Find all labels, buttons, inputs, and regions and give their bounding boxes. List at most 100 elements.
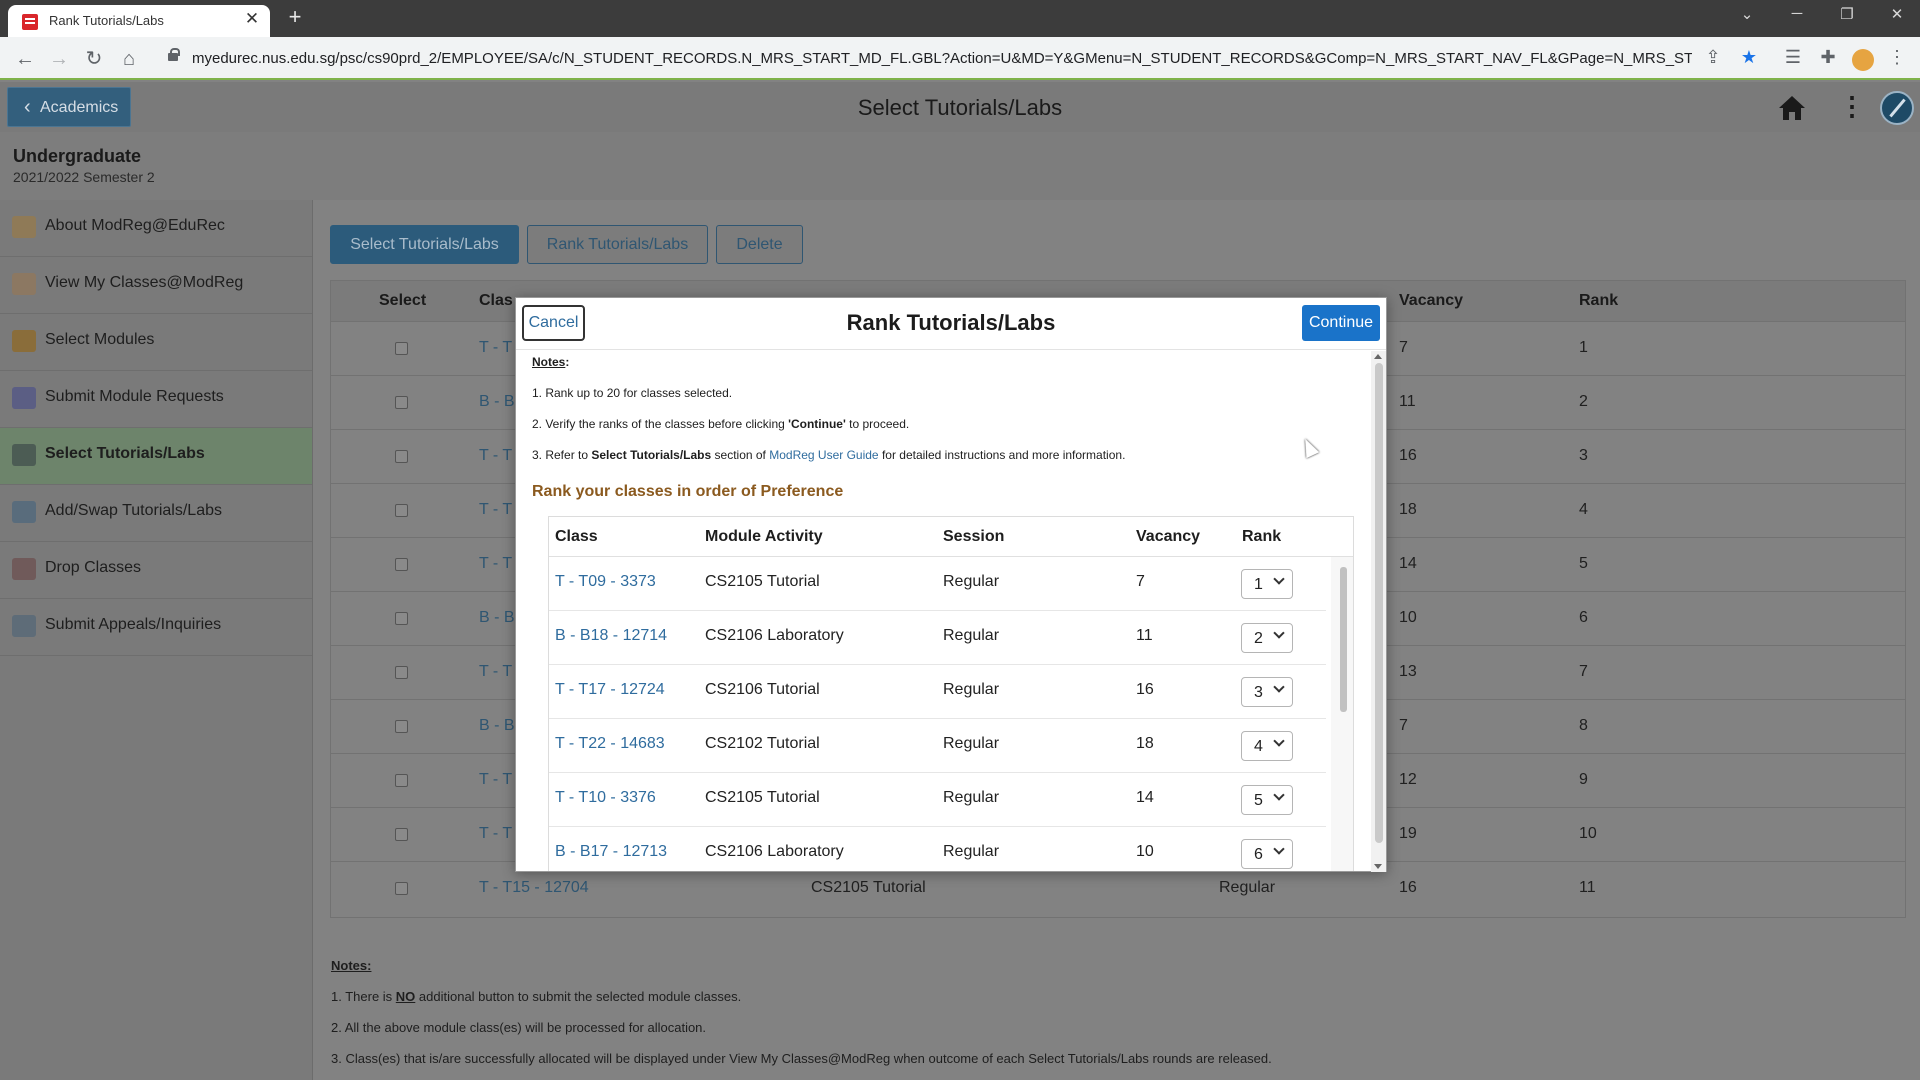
back-arrow-icon[interactable]: ← xyxy=(12,46,38,72)
sidebar-item-select-modules[interactable]: Select Modules xyxy=(0,314,312,371)
class-link[interactable]: B - B xyxy=(479,393,515,411)
modal-scrollbar[interactable] xyxy=(1371,351,1386,872)
rank-select[interactable]: 5 xyxy=(1241,785,1293,815)
class-link[interactable]: T - T xyxy=(479,339,512,357)
extensions-puzzle-icon[interactable]: ✚ xyxy=(1815,47,1841,68)
table-row: B - B18 - 12714 CS2106 Laboratory Regula… xyxy=(549,611,1326,665)
row-checkbox[interactable] xyxy=(395,450,408,463)
minimize-icon[interactable]: ─ xyxy=(1777,5,1817,22)
reading-list-icon[interactable]: ☰ xyxy=(1780,47,1806,68)
header-class: Clas xyxy=(479,292,513,309)
class-link[interactable]: B - B18 - 12714 xyxy=(555,627,667,645)
table-row: T - T09 - 3373 CS2105 Tutorial Regular 7… xyxy=(549,557,1326,611)
sidebar-item-about-modreg[interactable]: About ModReg@EduRec xyxy=(0,200,312,257)
edit-icon xyxy=(12,615,36,637)
home-browser-icon[interactable]: ⌂ xyxy=(116,46,142,72)
class-link[interactable]: T - T xyxy=(479,663,512,681)
scrollbar-thumb[interactable] xyxy=(1375,363,1383,843)
reload-icon[interactable]: ↻ xyxy=(81,46,107,72)
class-link[interactable]: T - T xyxy=(479,447,512,465)
class-link[interactable]: T - T15 - 12704 xyxy=(479,879,589,897)
sidebar-item-submit-module-requests[interactable]: Submit Module Requests xyxy=(0,371,312,428)
browser-tab[interactable]: Rank Tutorials/Labs ✕ xyxy=(8,5,270,37)
close-window-icon[interactable]: ✕ xyxy=(1877,5,1917,23)
career-banner: Undergraduate 2021/2022 Semester 2 xyxy=(0,132,1920,200)
rank-select[interactable]: 3 xyxy=(1241,677,1293,707)
rank-tutorials-labs-button[interactable]: Rank Tutorials/Labs xyxy=(527,225,708,264)
class-link[interactable]: B - B xyxy=(479,717,515,735)
table-row: T - T17 - 12724 CS2106 Tutorial Regular … xyxy=(549,665,1326,719)
row-checkbox[interactable] xyxy=(395,504,408,517)
row-checkbox[interactable] xyxy=(395,396,408,409)
vacancy-value: 14 xyxy=(1399,555,1417,572)
row-checkbox[interactable] xyxy=(395,828,408,841)
new-tab-icon[interactable]: + xyxy=(283,4,307,30)
session-value: Regular xyxy=(943,843,1000,860)
scroll-up-arrow-icon[interactable] xyxy=(1374,354,1382,359)
row-checkbox[interactable] xyxy=(395,558,408,571)
modal-notes-colon: : xyxy=(565,355,570,369)
chevron-down-icon xyxy=(1273,843,1285,855)
rank-select[interactable]: 4 xyxy=(1241,731,1293,761)
sidebar-item-add-swap-tutorials-labs[interactable]: Add/Swap Tutorials/Labs xyxy=(0,485,312,542)
chevron-down-icon xyxy=(1273,735,1285,747)
rank-value: 3 xyxy=(1579,447,1588,464)
session-value: Regular xyxy=(943,681,1000,698)
address-bar[interactable]: myedurec.nus.edu.sg/psc/cs90prd_2/EMPLOY… xyxy=(160,43,1720,75)
select-tutorials-labs-button[interactable]: Select Tutorials/Labs xyxy=(330,225,519,264)
rank-table-scrollbar[interactable] xyxy=(1331,557,1353,871)
tab-search-icon[interactable]: ⌄ xyxy=(1727,5,1767,23)
row-checkbox[interactable] xyxy=(395,666,408,679)
class-link[interactable]: T - T17 - 12724 xyxy=(555,681,665,699)
scrollbar-thumb[interactable] xyxy=(1340,567,1347,712)
sidebar-item-submit-appeals[interactable]: Submit Appeals/Inquiries xyxy=(0,599,312,656)
close-tab-icon[interactable]: ✕ xyxy=(242,9,262,29)
rank-select[interactable]: 1 xyxy=(1241,569,1293,599)
share-icon[interactable]: ⇪ xyxy=(1700,47,1726,68)
sidebar-item-select-tutorials-labs[interactable]: Select Tutorials/Labs xyxy=(0,428,312,485)
sidebar-item-view-my-classes[interactable]: View My Classes@ModReg xyxy=(0,257,312,314)
row-checkbox[interactable] xyxy=(395,720,408,733)
url-text[interactable]: myedurec.nus.edu.sg/psc/cs90prd_2/EMPLOY… xyxy=(192,50,1692,67)
note-1-emphasis: NO xyxy=(395,989,416,1004)
row-checkbox[interactable] xyxy=(395,612,408,625)
career-term: 2021/2022 Semester 2 xyxy=(13,169,155,185)
scroll-down-arrow-icon[interactable] xyxy=(1374,864,1382,869)
sidebar-item-drop-classes[interactable]: Drop Classes xyxy=(0,542,312,599)
browser-menu-icon[interactable]: ⋮ xyxy=(1884,47,1910,68)
row-checkbox[interactable] xyxy=(395,882,408,895)
book-icon xyxy=(12,216,36,238)
navbar-compass-icon[interactable] xyxy=(1880,91,1914,125)
more-options-icon[interactable]: ⋮ xyxy=(1839,92,1865,120)
modreg-user-guide-link[interactable]: ModReg User Guide xyxy=(769,448,878,462)
forward-arrow-icon[interactable]: → xyxy=(46,46,72,72)
cancel-button[interactable]: Cancel xyxy=(522,305,585,341)
continue-button[interactable]: Continue xyxy=(1302,305,1380,341)
rank-select[interactable]: 6 xyxy=(1241,839,1293,869)
table-row: T - T10 - 3376 CS2105 Tutorial Regular 1… xyxy=(549,773,1326,827)
class-link[interactable]: T - T22 - 14683 xyxy=(555,735,665,753)
class-link[interactable]: T - T xyxy=(479,501,512,519)
rank-value: 7 xyxy=(1579,663,1588,680)
class-link[interactable]: T - T xyxy=(479,825,512,843)
delete-button[interactable]: Delete xyxy=(716,225,803,264)
class-link[interactable]: B - B17 - 12713 xyxy=(555,843,667,861)
row-checkbox[interactable] xyxy=(395,774,408,787)
rank-select[interactable]: 2 xyxy=(1241,623,1293,653)
session-value: Regular xyxy=(1219,879,1276,896)
class-link[interactable]: B - B xyxy=(479,609,515,627)
class-link[interactable]: T - T xyxy=(479,555,512,573)
profile-avatar-icon[interactable] xyxy=(1852,49,1874,71)
class-link[interactable]: T - T xyxy=(479,771,512,789)
class-link[interactable]: T - T10 - 3376 xyxy=(555,789,656,807)
browser-toolbar: ← → ↻ ⌂ myedurec.nus.edu.sg/psc/cs90prd_… xyxy=(0,37,1920,80)
class-link[interactable]: T - T09 - 3373 xyxy=(555,573,656,591)
header-rank: Rank xyxy=(1579,292,1619,309)
restore-icon[interactable]: ❐ xyxy=(1827,5,1867,23)
row-checkbox[interactable] xyxy=(395,342,408,355)
rank-value: 11 xyxy=(1579,879,1596,896)
home-icon[interactable] xyxy=(1778,95,1806,121)
session-value: Regular xyxy=(943,573,1000,590)
bookmark-star-icon[interactable]: ★ xyxy=(1736,47,1762,68)
session-value: Regular xyxy=(943,789,1000,806)
